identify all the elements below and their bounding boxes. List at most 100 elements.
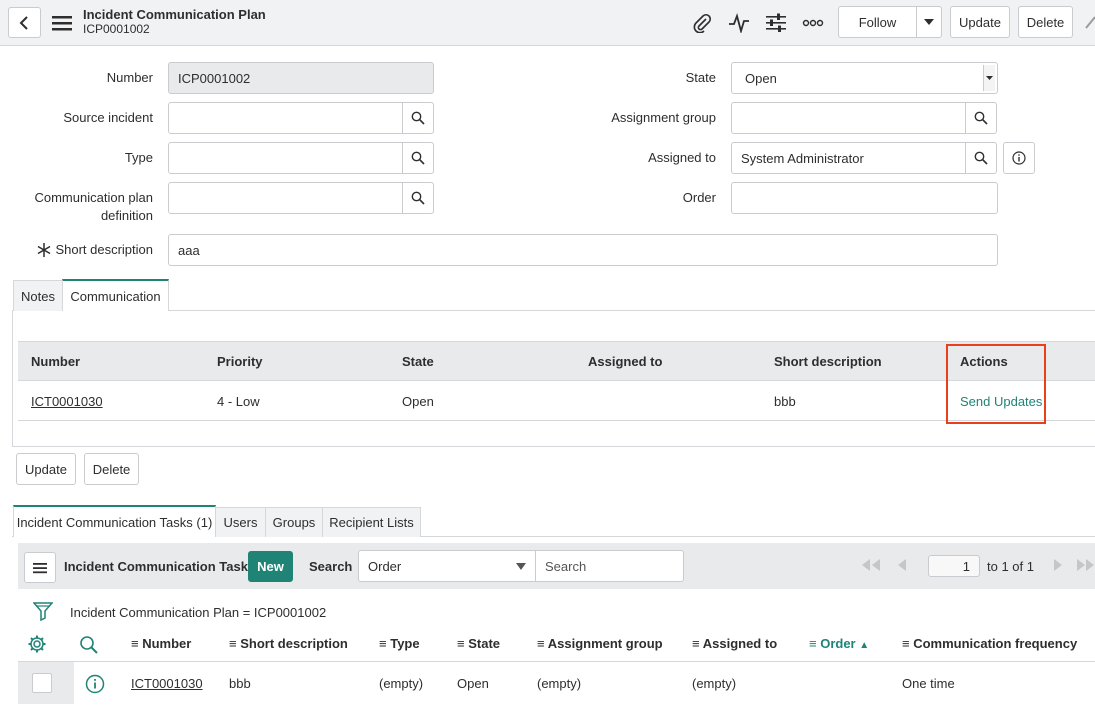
search-field-value: Order — [368, 558, 402, 574]
next-page-icon[interactable] — [1052, 558, 1064, 572]
col-type[interactable]: ≡ Type — [379, 636, 420, 651]
column-menu-icon[interactable]: ≡ — [229, 636, 237, 651]
comm-col-short-description[interactable]: Short description — [774, 354, 882, 369]
type-label: Type — [124, 150, 153, 165]
header-update-button[interactable]: Update — [950, 6, 1010, 38]
follow-button[interactable]: Follow — [838, 6, 917, 38]
assignment-group-label: Assignment group — [611, 110, 716, 125]
column-header-divider — [18, 661, 1095, 662]
number-field[interactable]: ICP0001002 — [168, 62, 434, 94]
col-state[interactable]: ≡ State — [457, 636, 500, 651]
previous-page-icon[interactable] — [896, 558, 908, 572]
column-menu-icon[interactable]: ≡ — [537, 636, 545, 651]
comm-plan-definition-label-line2: definition — [100, 208, 153, 223]
search-icon — [411, 111, 425, 125]
sliders-icon[interactable] — [764, 12, 788, 34]
list-row-short-description: bbb — [229, 676, 251, 691]
new-button[interactable]: New — [248, 551, 293, 582]
filter-icon[interactable] — [32, 601, 54, 622]
comm-col-state[interactable]: State — [402, 354, 434, 369]
col-short-description-label: Short description — [240, 636, 348, 651]
list-row-state: Open — [457, 676, 489, 691]
state-select[interactable]: Open — [731, 62, 998, 94]
comm-row-number-link[interactable]: ICT0001030 — [31, 394, 103, 409]
tab-recipient-lists[interactable]: Recipient Lists — [322, 507, 421, 537]
new-label: New — [257, 559, 284, 574]
last-page-icon[interactable] — [1076, 558, 1095, 572]
column-menu-icon[interactable]: ≡ — [457, 636, 465, 651]
tab-notes[interactable]: Notes — [13, 280, 63, 311]
comm-col-number[interactable]: Number — [31, 354, 80, 369]
col-short-description[interactable]: ≡ Short description — [229, 636, 348, 651]
col-communication-frequency[interactable]: ≡ Communication frequency — [902, 636, 1077, 651]
list-context-menu-button[interactable] — [24, 552, 56, 583]
column-menu-icon[interactable]: ≡ — [902, 636, 910, 651]
first-page-icon[interactable] — [858, 558, 884, 572]
form-header: Incident Communication Plan ICP0001002 F… — [0, 0, 1095, 46]
comm-table-row — [18, 381, 1095, 421]
pencil-icon[interactable] — [1083, 14, 1095, 30]
personalize-list-gear-icon[interactable] — [27, 634, 47, 654]
info-icon — [1012, 151, 1026, 165]
paperclip-icon[interactable] — [690, 12, 714, 34]
comm-col-priority[interactable]: Priority — [217, 354, 263, 369]
column-menu-icon[interactable]: ≡ — [692, 636, 700, 651]
comm-row-priority: 4 - Low — [217, 394, 260, 409]
col-order[interactable]: ≡ Order ▲ — [809, 636, 869, 651]
state-dropdown-arrow[interactable] — [983, 65, 995, 91]
back-button[interactable] — [8, 7, 41, 38]
assigned-to-info-button[interactable] — [1003, 142, 1035, 174]
assigned-to-field[interactable]: System Administrator — [731, 142, 966, 174]
page-number-value: 1 — [962, 558, 970, 574]
type-lookup-button[interactable] — [402, 142, 434, 174]
col-assignment-group[interactable]: ≡ Assignment group — [537, 636, 663, 651]
more-options-icon[interactable] — [801, 12, 825, 34]
follow-dropdown-button[interactable] — [916, 6, 942, 38]
type-field[interactable] — [168, 142, 403, 174]
list-row-number-link[interactable]: ICT0001030 — [131, 676, 203, 691]
hamburger-menu-icon[interactable] — [52, 14, 72, 32]
source-incident-field[interactable] — [168, 102, 403, 134]
tab-incident-communication-tasks-label: Incident Communication Tasks (1) — [16, 514, 213, 530]
column-menu-icon[interactable]: ≡ — [379, 636, 387, 651]
tab-users[interactable]: Users — [215, 507, 266, 537]
assigned-to-label: Assigned to — [648, 150, 716, 165]
header-delete-button[interactable]: Delete — [1018, 6, 1073, 38]
activity-icon[interactable] — [727, 12, 751, 34]
caret-down-icon — [516, 563, 526, 570]
col-number[interactable]: ≡ Number — [131, 636, 191, 651]
header-update-label: Update — [959, 14, 1001, 30]
assignment-group-lookup-button[interactable] — [965, 102, 997, 134]
search-field-select[interactable]: Order — [358, 550, 536, 582]
delete-button[interactable]: Delete — [84, 453, 139, 485]
comm-row-state: Open — [402, 394, 434, 409]
comm-col-assigned-to[interactable]: Assigned to — [588, 354, 662, 369]
source-incident-lookup-button[interactable] — [402, 102, 434, 134]
tab-incident-communication-tasks[interactable]: Incident Communication Tasks (1) — [13, 505, 216, 537]
col-assigned-to[interactable]: ≡ Assigned to — [692, 636, 777, 651]
list-row-assigned-to: (empty) — [692, 676, 737, 691]
row-select-checkbox[interactable] — [32, 673, 52, 693]
comm-plan-definition-lookup-button[interactable] — [402, 182, 434, 214]
update-button[interactable]: Update — [16, 453, 76, 485]
order-field[interactable] — [731, 182, 998, 214]
list-search-icon[interactable] — [79, 635, 99, 655]
comm-table-header — [18, 341, 1095, 381]
comm-row-short-description: bbb — [774, 394, 796, 409]
assignment-group-field[interactable] — [731, 102, 966, 134]
chevron-left-icon — [19, 15, 28, 30]
assigned-to-lookup-button[interactable] — [965, 142, 997, 174]
search-input[interactable]: Search — [535, 550, 684, 582]
column-menu-icon[interactable]: ≡ — [131, 636, 139, 651]
tab-communication[interactable]: Communication — [62, 279, 169, 311]
col-state-label: State — [468, 636, 501, 651]
row-info-icon[interactable] — [85, 674, 105, 694]
page-number-input[interactable]: 1 — [928, 555, 980, 577]
column-menu-icon[interactable]: ≡ — [809, 636, 817, 651]
short-description-field[interactable]: aaa — [168, 234, 998, 266]
tab-groups[interactable]: Groups — [265, 507, 323, 537]
filter-breadcrumb[interactable]: Incident Communication Plan = ICP0001002 — [70, 605, 326, 620]
hamburger-icon — [33, 562, 47, 573]
col-assignment-group-label: Assignment group — [547, 636, 663, 651]
comm-plan-definition-field[interactable] — [168, 182, 403, 214]
